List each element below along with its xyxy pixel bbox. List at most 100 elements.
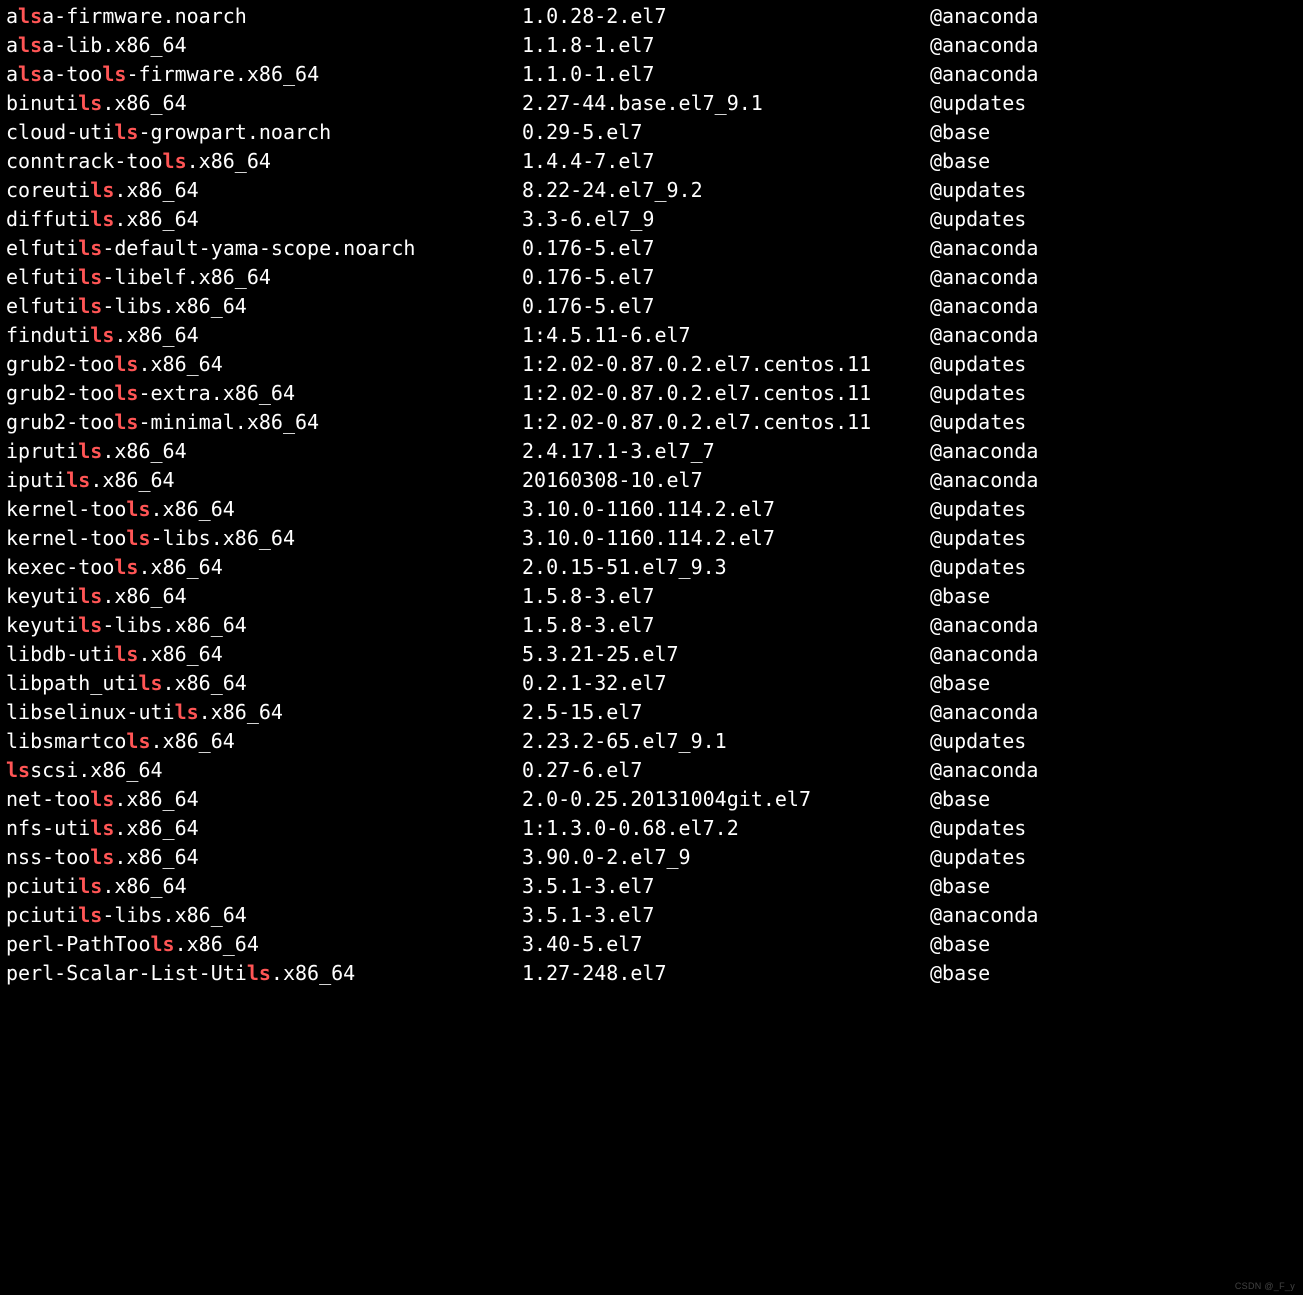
package-name: cloud-utils-growpart.noarch xyxy=(6,118,522,147)
match-highlight: ls xyxy=(90,787,114,811)
match-highlight: ls xyxy=(18,62,42,86)
package-name: kernel-tools.x86_64 xyxy=(6,495,522,524)
package-repo: @updates xyxy=(930,495,1297,524)
package-row: binutils.x86_642.27-44.base.el7_9.1@upda… xyxy=(6,89,1297,118)
match-highlight: ls xyxy=(114,642,138,666)
package-repo: @anaconda xyxy=(930,234,1297,263)
package-repo: @updates xyxy=(930,379,1297,408)
package-row: kexec-tools.x86_642.0.15-51.el7_9.3@upda… xyxy=(6,553,1297,582)
package-row: elfutils-libs.x86_640.176-5.el7@anaconda xyxy=(6,292,1297,321)
package-row: nss-tools.x86_643.90.0-2.el7_9@updates xyxy=(6,843,1297,872)
match-highlight: ls xyxy=(78,584,102,608)
package-name: coreutils.x86_64 xyxy=(6,176,522,205)
match-highlight: ls xyxy=(90,816,114,840)
package-repo: @updates xyxy=(930,408,1297,437)
terminal-output[interactable]: alsa-firmware.noarch1.0.28-2.el7 @anacond… xyxy=(0,0,1303,988)
match-highlight: ls xyxy=(114,352,138,376)
package-version: 2.23.2-65.el7_9.1 xyxy=(522,727,930,756)
match-highlight: ls xyxy=(78,265,102,289)
match-highlight: ls xyxy=(78,236,102,260)
package-name: alsa-firmware.noarch xyxy=(6,2,522,31)
package-repo: @base xyxy=(930,669,1297,698)
package-row: elfutils-default-yama-scope.noarch0.176-… xyxy=(6,234,1297,263)
package-name: libdb-utils.x86_64 xyxy=(6,640,522,669)
package-row: alsa-tools-firmware.x86_641.1.0-1.el7@an… xyxy=(6,60,1297,89)
match-highlight: ls xyxy=(90,845,114,869)
match-highlight: ls xyxy=(78,613,102,637)
match-highlight: ls xyxy=(114,555,138,579)
package-row: alsa-firmware.noarch1.0.28-2.el7@anacond… xyxy=(6,2,1297,31)
package-row: alsa-lib.x86_641.1.8-1.el7@anaconda xyxy=(6,31,1297,60)
package-row: libsmartcols.x86_642.23.2-65.el7_9.1@upd… xyxy=(6,727,1297,756)
package-row: keyutils.x86_641.5.8-3.el7@base xyxy=(6,582,1297,611)
package-name: elfutils-libs.x86_64 xyxy=(6,292,522,321)
package-repo: @anaconda xyxy=(930,292,1297,321)
package-version: 0.27-6.el7 xyxy=(522,756,930,785)
package-version: 2.0-0.25.20131004git.el7 xyxy=(522,785,930,814)
match-highlight: ls xyxy=(126,729,150,753)
package-version: 3.5.1-3.el7 xyxy=(522,901,930,930)
package-version: 0.176-5.el7 xyxy=(522,263,930,292)
package-row: lsscsi.x86_640.27-6.el7@anaconda xyxy=(6,756,1297,785)
package-name: libpath_utils.x86_64 xyxy=(6,669,522,698)
package-repo: @base xyxy=(930,785,1297,814)
package-version: 1:2.02-0.87.0.2.el7.centos.11 xyxy=(522,379,930,408)
match-highlight: ls xyxy=(18,33,42,57)
package-row: grub2-tools-extra.x86_641:2.02-0.87.0.2.… xyxy=(6,379,1297,408)
match-highlight: ls xyxy=(175,700,199,724)
package-version: 0.2.1-32.el7 xyxy=(522,669,930,698)
package-row: iprutils.x86_642.4.17.1-3.el7_7@anaconda xyxy=(6,437,1297,466)
package-version: 1.5.8-3.el7 xyxy=(522,611,930,640)
match-highlight: ls xyxy=(66,468,90,492)
package-version: 5.3.21-25.el7 xyxy=(522,640,930,669)
package-row: grub2-tools.x86_641:2.02-0.87.0.2.el7.ce… xyxy=(6,350,1297,379)
package-name: libselinux-utils.x86_64 xyxy=(6,698,522,727)
package-name: net-tools.x86_64 xyxy=(6,785,522,814)
package-repo: @updates xyxy=(930,814,1297,843)
package-name: kernel-tools-libs.x86_64 xyxy=(6,524,522,553)
match-highlight: ls xyxy=(6,758,30,782)
package-version: 1.27-248.el7 xyxy=(522,959,930,988)
package-name: binutils.x86_64 xyxy=(6,89,522,118)
package-version: 1.0.28-2.el7 xyxy=(522,2,930,31)
package-name: alsa-tools-firmware.x86_64 xyxy=(6,60,522,89)
package-repo: @updates xyxy=(930,843,1297,872)
package-repo: @updates xyxy=(930,727,1297,756)
package-version: 20160308-10.el7 xyxy=(522,466,930,495)
match-highlight: ls xyxy=(78,874,102,898)
package-name: keyutils-libs.x86_64 xyxy=(6,611,522,640)
match-highlight: ls xyxy=(114,410,138,434)
package-repo: @anaconda xyxy=(930,901,1297,930)
package-version: 3.5.1-3.el7 xyxy=(522,872,930,901)
match-highlight: ls xyxy=(78,294,102,318)
match-highlight: ls xyxy=(18,4,42,28)
package-version: 0.29-5.el7 xyxy=(522,118,930,147)
package-name: elfutils-default-yama-scope.noarch xyxy=(6,234,522,263)
package-version: 1:2.02-0.87.0.2.el7.centos.11 xyxy=(522,408,930,437)
package-version: 0.176-5.el7 xyxy=(522,292,930,321)
package-row: perl-PathTools.x86_643.40-5.el7@base xyxy=(6,930,1297,959)
match-highlight: ls xyxy=(247,961,271,985)
match-highlight: ls xyxy=(114,120,138,144)
package-version: 2.27-44.base.el7_9.1 xyxy=(522,89,930,118)
package-name: nss-tools.x86_64 xyxy=(6,843,522,872)
package-version: 1.4.4-7.el7 xyxy=(522,147,930,176)
package-version: 1:4.5.11-6.el7 xyxy=(522,321,930,350)
package-version: 2.4.17.1-3.el7_7 xyxy=(522,437,930,466)
package-row: elfutils-libelf.x86_640.176-5.el7@anacon… xyxy=(6,263,1297,292)
package-version: 3.90.0-2.el7_9 xyxy=(522,843,930,872)
package-name: grub2-tools-extra.x86_64 xyxy=(6,379,522,408)
package-repo: @anaconda xyxy=(930,756,1297,785)
package-repo: @anaconda xyxy=(930,698,1297,727)
package-repo: @base xyxy=(930,147,1297,176)
package-repo: @base xyxy=(930,930,1297,959)
package-row: nfs-utils.x86_641:1.3.0-0.68.el7.2@updat… xyxy=(6,814,1297,843)
package-row: keyutils-libs.x86_641.5.8-3.el7@anaconda xyxy=(6,611,1297,640)
package-version: 3.10.0-1160.114.2.el7 xyxy=(522,524,930,553)
package-name: alsa-lib.x86_64 xyxy=(6,31,522,60)
package-repo: @base xyxy=(930,582,1297,611)
package-name: libsmartcols.x86_64 xyxy=(6,727,522,756)
package-repo: @updates xyxy=(930,553,1297,582)
package-repo: @updates xyxy=(930,350,1297,379)
package-version: 2.5-15.el7 xyxy=(522,698,930,727)
